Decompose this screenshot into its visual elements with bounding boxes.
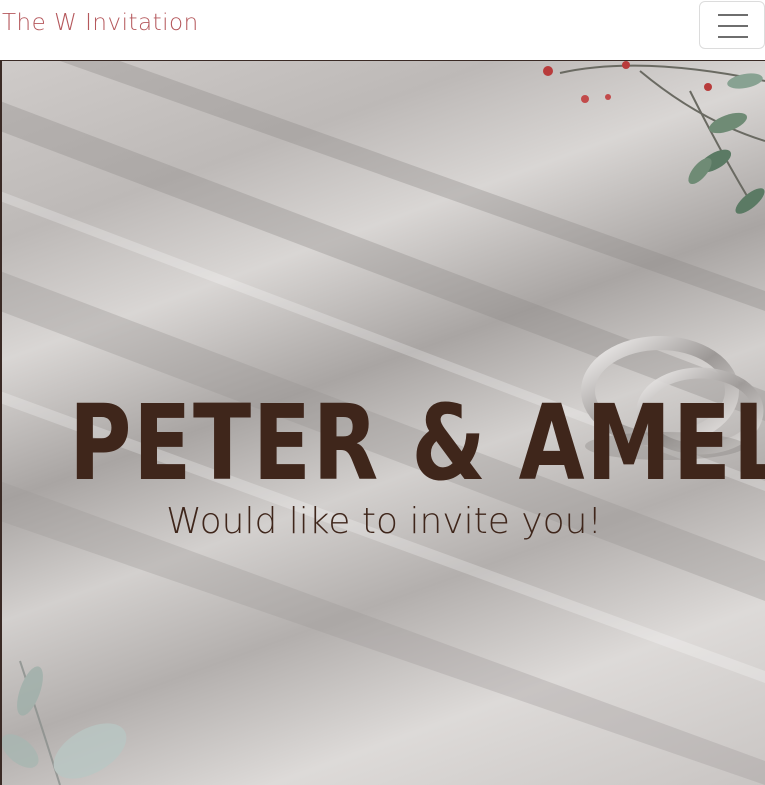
brand-link[interactable]: The W Invitation [2,10,199,36]
invite-subtitle: Would like to invite you! [166,501,602,542]
menu-toggle-button[interactable] [699,1,765,49]
top-navbar: The W Invitation [0,0,765,61]
left-border [0,61,2,785]
leaf-branch-top-right [543,61,765,214]
leaf-branch-bottom-left [1,660,127,785]
hero-section: PETER & AMELIA Would like to invite you! [0,61,765,785]
couple-names-title: PETER & AMELIA [68,381,765,504]
